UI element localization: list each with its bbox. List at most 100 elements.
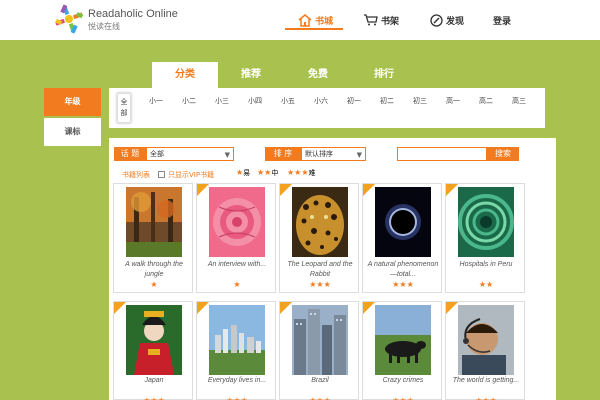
tab-free[interactable]: 免费 [285, 62, 351, 88]
book-title[interactable]: Everyday lives in... [199, 376, 275, 386]
nav-bookshelf[interactable]: 书架 [364, 0, 399, 40]
book-rating: ★ [233, 280, 241, 289]
grade-j1[interactable]: 初一 [347, 96, 361, 107]
book-title[interactable]: The Leopard and the Rabbit [282, 260, 358, 280]
grade-p5[interactable]: 小五 [281, 96, 295, 107]
book-title[interactable]: An interview with... [199, 260, 275, 270]
logo-icon[interactable] [52, 2, 86, 36]
topic-label: 话 题 [114, 147, 146, 161]
book-rating: ★★★ [197, 396, 277, 400]
book-title[interactable]: Japan [116, 376, 192, 386]
book-title[interactable]: The world is getting... [448, 376, 524, 386]
vip-only-checkbox[interactable] [158, 171, 165, 178]
grade-p4[interactable]: 小四 [248, 96, 262, 107]
grade-p6[interactable]: 小六 [314, 96, 328, 107]
vip-badge [197, 302, 209, 314]
tab-category[interactable]: 分类 [152, 62, 218, 88]
book-cover[interactable] [126, 187, 182, 257]
vip-badge [363, 302, 375, 314]
book-title[interactable]: A natural phenomenon—total... [365, 260, 441, 280]
grade-j3[interactable]: 初三 [413, 96, 427, 107]
book-cover[interactable] [375, 305, 431, 375]
nav-bookstore[interactable]: 书城 [298, 0, 333, 40]
vip-badge [280, 184, 292, 196]
tab-curriculum[interactable]: 课标 [44, 118, 101, 146]
chevron-down-icon: ▼ [224, 151, 230, 159]
brand-name-en: Readaholic Online [88, 8, 178, 20]
nav-label: 登录 [493, 16, 512, 27]
difficulty-easy: ★易 [236, 168, 251, 177]
grade-j2[interactable]: 初二 [380, 96, 394, 107]
book-cover[interactable] [209, 305, 265, 375]
book-cover[interactable] [292, 187, 348, 257]
book-card[interactable]: An interview with... ★ [196, 183, 276, 293]
tab-recommend[interactable]: 推荐 [218, 62, 284, 88]
vip-badge [280, 302, 292, 314]
book-title[interactable]: A walk through the jungle [116, 260, 192, 280]
book-title[interactable]: Crazy crimes [365, 376, 441, 386]
home-icon [298, 13, 312, 27]
tab-ranking[interactable]: 排行 [351, 62, 417, 88]
book-cover[interactable] [126, 305, 182, 375]
vip-badge [363, 184, 375, 196]
book-card[interactable]: A walk through the jungle ★ [113, 183, 193, 293]
vip-only-label: 只显示VIP书籍 [168, 171, 215, 179]
book-cover[interactable] [209, 187, 265, 257]
compass-icon [430, 13, 443, 27]
grade-filter-bar: 全部 小一 小二 小三 小四 小五 小六 初一 初二 初三 高一 高二 高三 [109, 88, 545, 128]
book-cover[interactable] [458, 187, 514, 257]
book-rating: ★★★ [392, 280, 414, 289]
book-cover[interactable] [458, 305, 514, 375]
book-list-link[interactable]: 书籍列表 [122, 170, 150, 180]
book-card[interactable]: The Leopard and the Rabbit ★★★ [279, 183, 359, 293]
book-rating: ★★★ [309, 280, 331, 289]
book-rating: ★ [150, 280, 158, 289]
grade-p3[interactable]: 小三 [215, 96, 229, 107]
book-card[interactable]: Everyday lives in... ★★★ [196, 301, 276, 400]
book-card[interactable]: A natural phenomenon—total... ★★★ [362, 183, 442, 293]
book-rating: ★★★ [446, 396, 526, 400]
book-rating: ★★★ [280, 396, 360, 400]
grade-s2[interactable]: 高二 [479, 96, 493, 107]
nav-label: 书城 [315, 16, 334, 27]
cart-icon [364, 14, 378, 26]
vip-badge [114, 302, 126, 314]
search-button[interactable]: 搜索 [487, 147, 519, 161]
nav-label: 发现 [446, 16, 465, 27]
grade-s1[interactable]: 高一 [446, 96, 460, 107]
topic-select[interactable]: 全部 ▼ [146, 147, 234, 161]
topic-select-value: 全部 [150, 150, 164, 158]
nav-active-indicator [285, 28, 343, 30]
vip-badge [446, 184, 458, 196]
nav-discover[interactable]: 发现 [430, 0, 464, 40]
sort-select-value: 默认排序 [305, 150, 333, 158]
book-title[interactable]: Hospitals in Peru [448, 260, 524, 270]
difficulty-hard: ★★★难 [287, 168, 316, 177]
grade-all[interactable]: 全部 [117, 93, 131, 123]
vip-badge [446, 302, 458, 314]
book-card[interactable]: Brazil ★★★ [279, 301, 359, 400]
nav-login[interactable]: 登录 [493, 0, 511, 40]
book-card[interactable]: The world is getting... ★★★ [445, 301, 525, 400]
grade-p2[interactable]: 小二 [182, 96, 196, 107]
book-card[interactable]: Japan ★★★ [113, 301, 193, 400]
book-rating: ★★★ [363, 396, 443, 400]
nav-label: 书架 [381, 16, 400, 27]
difficulty-medium: ★★中 [257, 168, 279, 177]
book-rating: ★★★ [114, 396, 194, 400]
book-cover[interactable] [292, 305, 348, 375]
book-card[interactable]: Hospitals in Peru ★★ [445, 183, 525, 293]
book-rating: ★★ [478, 280, 494, 289]
brand-name-cn: 悦读在线 [88, 22, 120, 31]
book-card[interactable]: Crazy crimes ★★★ [362, 301, 442, 400]
vip-badge [197, 184, 209, 196]
tab-grade[interactable]: 年级 [44, 88, 101, 116]
book-cover[interactable] [375, 187, 431, 257]
search-input[interactable] [397, 147, 487, 161]
sort-label: 排 序 [265, 147, 301, 161]
sort-select[interactable]: 默认排序 ▼ [301, 147, 366, 161]
chevron-down-icon: ▼ [356, 151, 362, 159]
grade-s3[interactable]: 高三 [512, 96, 526, 107]
book-title[interactable]: Brazil [282, 376, 358, 386]
grade-p1[interactable]: 小一 [149, 96, 163, 107]
